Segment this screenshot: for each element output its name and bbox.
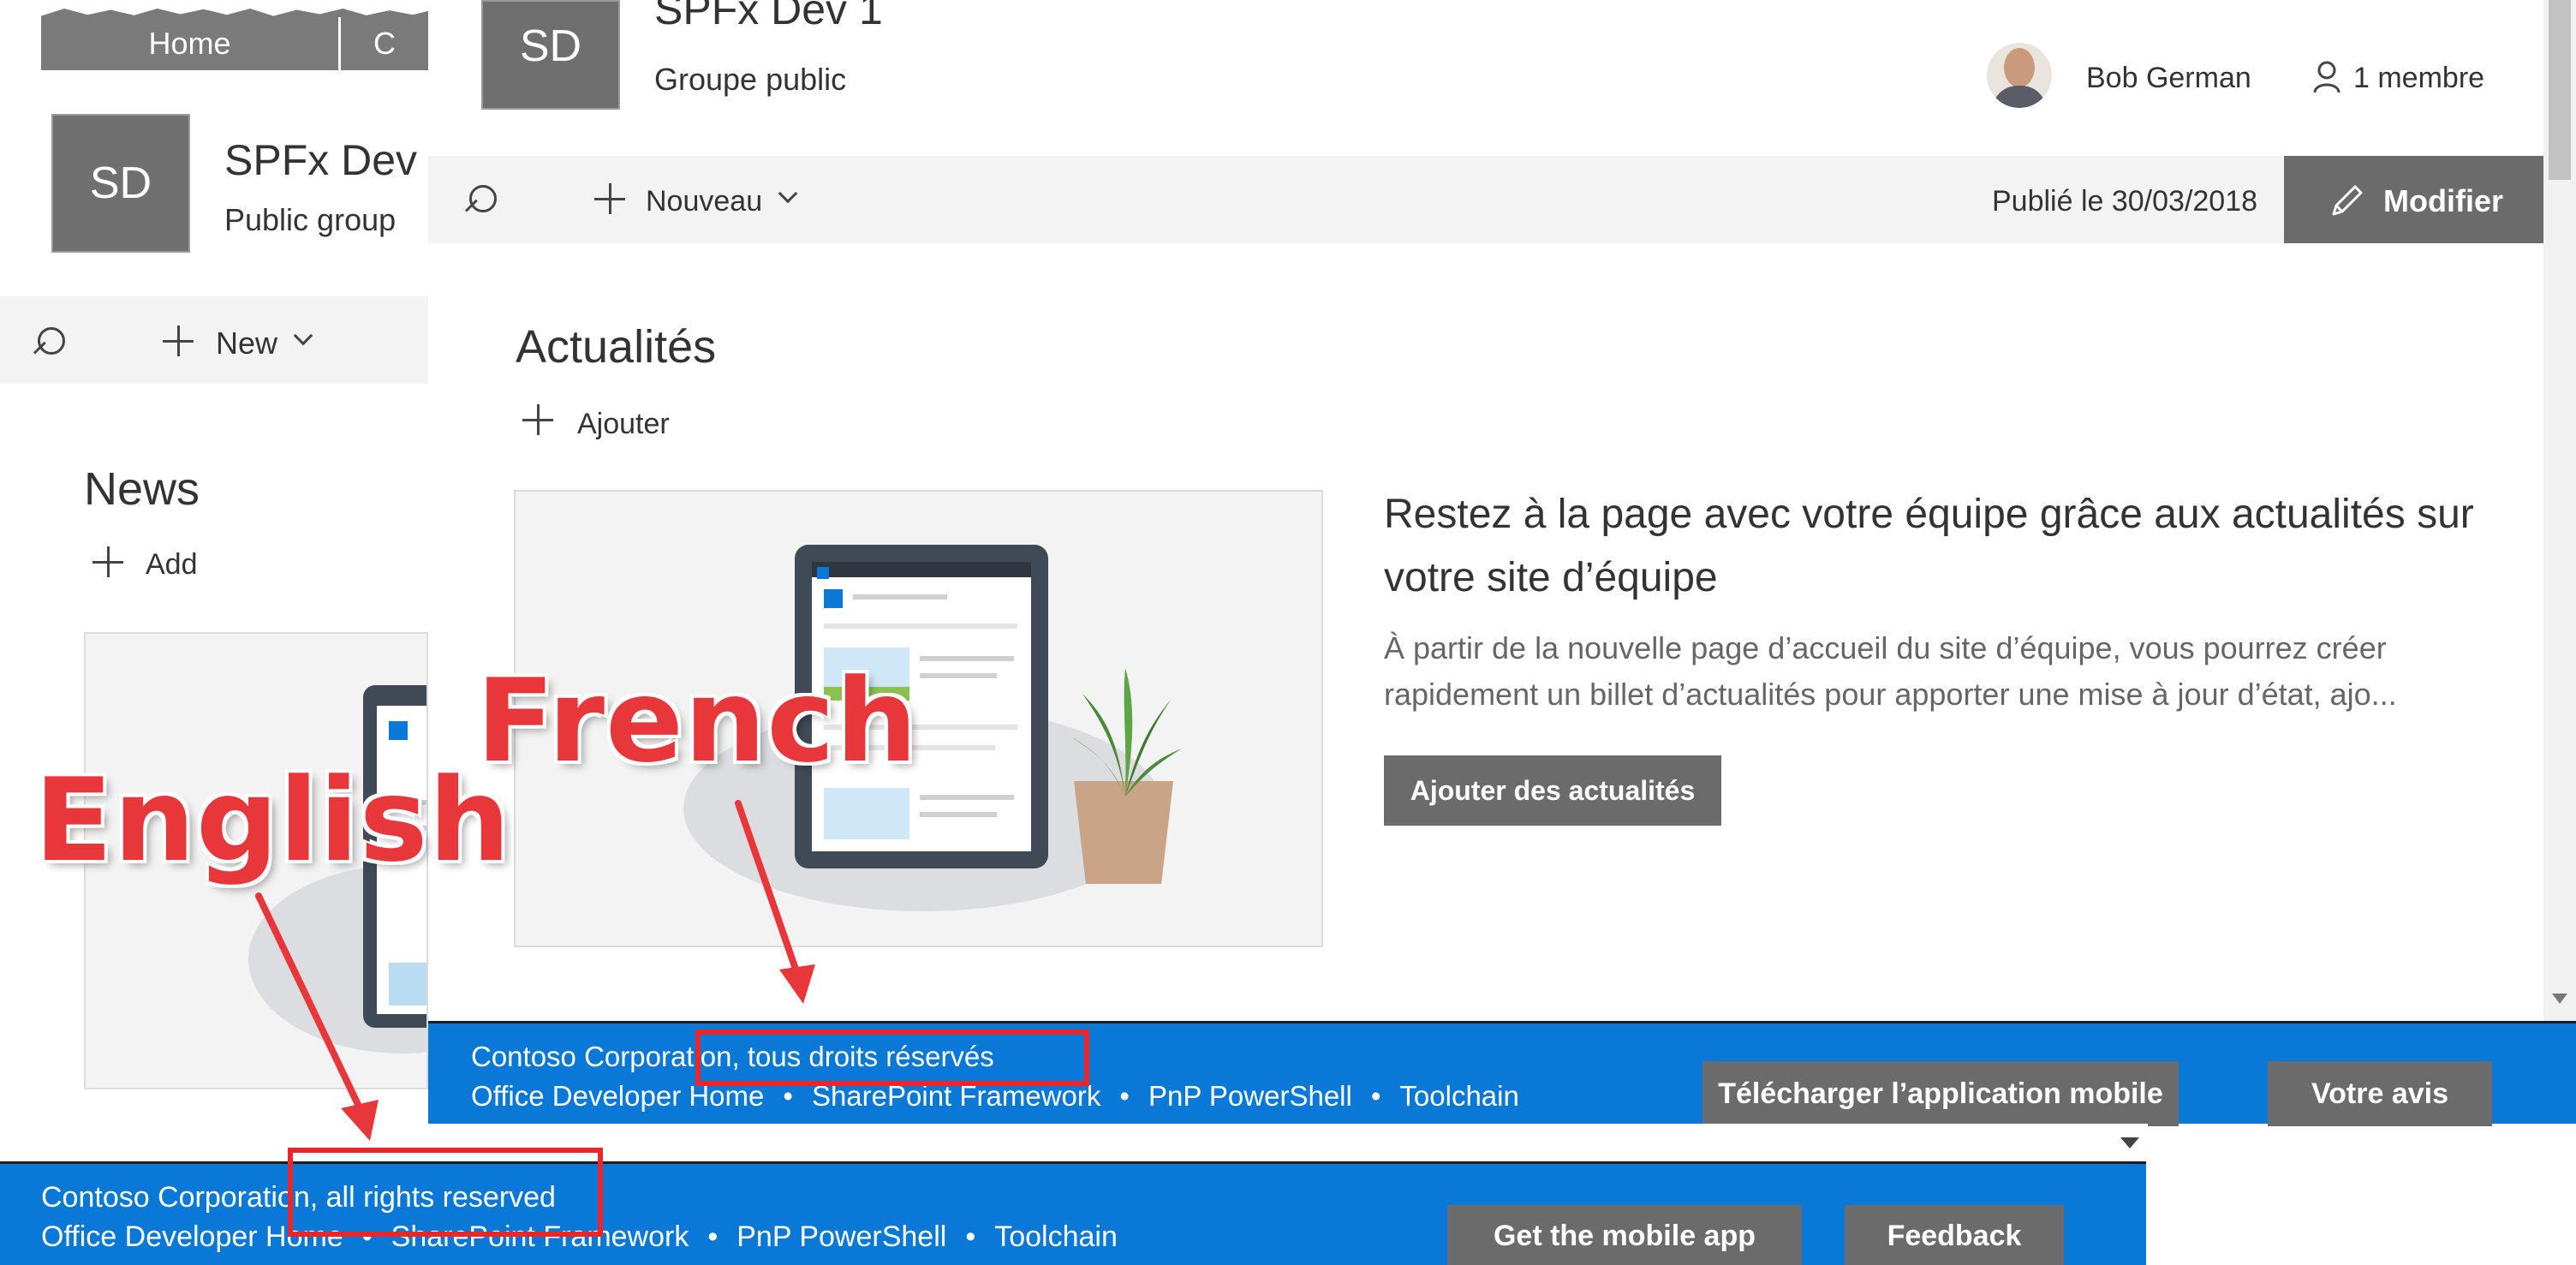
add-label: Ajouter (577, 408, 670, 440)
mobile-app-label: Télécharger l’application mobile (1718, 1077, 2163, 1110)
tablet-tile (389, 721, 408, 740)
tablet-line (853, 594, 947, 600)
members-label: 1 membre (2353, 62, 2485, 94)
footer-link-toolchain[interactable]: Toolchain (994, 1220, 1118, 1254)
french-site-logo[interactable]: SD (481, 0, 620, 110)
footer-link-toolchain[interactable]: Toolchain (1399, 1080, 1518, 1113)
user-name[interactable]: Bob German (2086, 62, 2251, 95)
plus-icon (92, 546, 123, 577)
get-mobile-app-button[interactable]: Get the mobile app (1447, 1205, 1802, 1265)
tablet-tile (824, 589, 843, 608)
plus-icon (522, 404, 553, 435)
feedback-button[interactable]: Feedback (1845, 1205, 2064, 1265)
tablet-line (920, 673, 997, 678)
add-news-label: Ajouter des actualités (1410, 774, 1696, 806)
search-icon[interactable] (462, 182, 500, 219)
scroll-down-arrow[interactable] (2552, 994, 2567, 1004)
tablet-line (920, 656, 1014, 661)
tablet-line (824, 624, 1017, 629)
add-label: Add (146, 548, 198, 581)
english-highlight-box (288, 1148, 603, 1237)
plus-icon (163, 325, 194, 356)
tablet-line (920, 812, 997, 817)
tablet-line (920, 795, 1014, 800)
footer-separator: • (1370, 1080, 1381, 1112)
french-command-bar: Nouveau Publié le 30/03/2018 Modifier (428, 156, 2543, 243)
french-new-button[interactable]: Nouveau (594, 178, 817, 221)
feedback-button[interactable]: Votre avis (2268, 1061, 2492, 1126)
english-new-button[interactable]: New (163, 320, 325, 363)
pencil-icon (2332, 185, 2363, 216)
english-site-title: SPFx Dev 1 (224, 136, 453, 184)
new-label: Nouveau (646, 185, 763, 218)
new-label: New (216, 325, 278, 361)
nav-home-label: Home (148, 26, 231, 61)
plus-icon (594, 183, 625, 214)
feedback-label: Feedback (1887, 1220, 2022, 1252)
french-news-heading: Actualités (516, 321, 717, 373)
members-button[interactable]: 1 membre (2312, 57, 2518, 99)
scrollbar-track[interactable] (2543, 0, 2576, 1023)
english-logo-text: SD (89, 158, 152, 208)
french-site-subtitle: Groupe public (654, 62, 847, 97)
french-add-news-button[interactable]: Ajouter (522, 403, 694, 444)
french-callout-label: French (476, 654, 919, 788)
footer-link-pnp[interactable]: PnP PowerShell (736, 1220, 946, 1254)
user-avatar[interactable] (1987, 43, 2052, 108)
footer-separator: • (965, 1220, 976, 1253)
tablet-image (824, 788, 909, 839)
promo-body: À partir de la nouvelle page d’accueil d… (1384, 630, 2397, 712)
nav-partial-label: C (373, 26, 396, 61)
plant-leaves (1070, 668, 1182, 797)
scroll-down-arrow[interactable] (2120, 1137, 2139, 1149)
promo-title: Restez à la page avec votre équipe grâce… (1384, 492, 2474, 600)
english-command-bar: New (0, 296, 428, 384)
footer-link-pnp[interactable]: PnP PowerShell (1148, 1080, 1352, 1113)
avatar-head (2004, 48, 2035, 87)
chevron-down-icon (293, 325, 313, 346)
nav-item-partial[interactable]: C (373, 17, 396, 70)
feedback-label: Votre avis (2311, 1077, 2448, 1110)
french-logo-text: SD (519, 21, 582, 71)
footer-separator: • (1119, 1080, 1130, 1112)
edit-label: Modifier (2383, 183, 2503, 218)
english-site-subtitle: Public group (224, 202, 397, 237)
tablet-header (812, 562, 1031, 577)
french-site-title: SPFx Dev 1 (654, 0, 883, 33)
footer-separator: • (707, 1220, 719, 1253)
chevron-down-icon (778, 183, 798, 204)
english-callout-label: English (34, 754, 511, 887)
published-status: Publié le 30/03/2018 (1992, 185, 2258, 218)
scrollbar-thumb[interactable] (2549, 0, 2571, 180)
french-highlight-box (695, 1029, 1089, 1086)
nav-item-home[interactable]: Home (41, 17, 341, 70)
english-news-heading: News (84, 463, 200, 515)
tablet-tile (817, 567, 829, 579)
english-site-logo[interactable]: SD (51, 114, 190, 253)
search-icon[interactable] (31, 324, 69, 361)
english-arrow-icon (255, 892, 379, 1141)
french-arrow-icon (735, 800, 815, 1004)
add-news-button[interactable]: Ajouter des actualités (1384, 755, 1721, 826)
person-icon (2313, 61, 2340, 93)
plant-pot (1074, 781, 1173, 884)
get-mobile-app-label: Get the mobile app (1493, 1220, 1756, 1252)
english-add-news-button[interactable]: Add (92, 545, 230, 586)
english-scroll-area (428, 1124, 2148, 1161)
edit-button[interactable]: Modifier (2284, 156, 2543, 243)
avatar-body (1992, 86, 2047, 108)
mobile-app-button[interactable]: Télécharger l’application mobile (1702, 1061, 2179, 1126)
